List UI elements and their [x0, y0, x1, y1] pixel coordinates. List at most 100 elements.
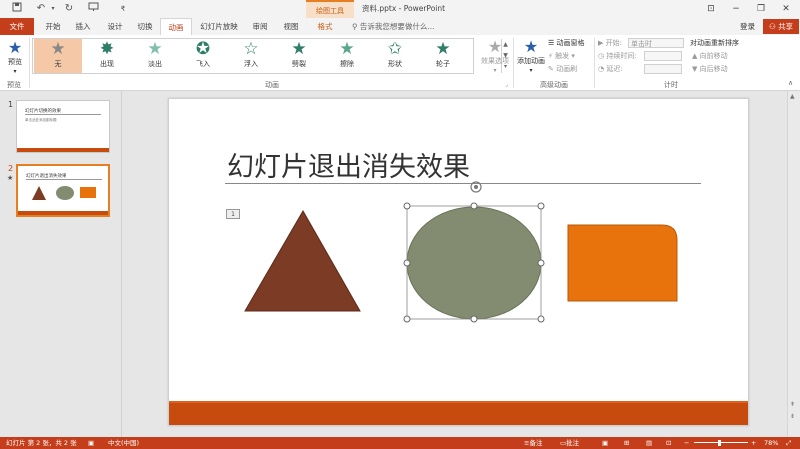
move-later-button[interactable]: ▼ 向后移动 [692, 64, 728, 75]
effect-shape[interactable]: ✩ 形状 [371, 39, 419, 73]
star-icon: ★ [50, 39, 66, 59]
comments-button[interactable]: ▭ 批注 [560, 437, 579, 449]
redo-icon[interactable]: ↻ [62, 2, 76, 16]
zoom-slider[interactable] [694, 442, 748, 443]
undo-dropdown-icon[interactable]: ▾ [46, 2, 60, 16]
share-button[interactable]: ⚇ 共享 [763, 19, 799, 34]
effect-appear[interactable]: ✸ 出现 [83, 39, 131, 73]
tab-design[interactable]: 设计 [102, 18, 128, 35]
move-earlier-button[interactable]: ▲ 向前移动 [692, 51, 728, 62]
rotate-handle-icon [470, 181, 482, 193]
preview-group-label: 预览 [7, 81, 21, 89]
start-row: ▶ 开始: [598, 38, 622, 49]
slide-canvas[interactable]: 幻灯片退出消失效果 1 [168, 98, 749, 426]
effect-label: 擦除 [340, 60, 354, 68]
notes-button[interactable]: ≡ 备注 [524, 437, 542, 449]
slide-footer-bar [169, 401, 748, 425]
effect-none[interactable]: ★ 无 [34, 39, 82, 73]
start-value: 单击时 [631, 40, 652, 48]
tab-view[interactable]: 视图 [278, 18, 304, 35]
zoom-out-icon[interactable]: − [684, 437, 689, 449]
effect-fade[interactable]: ★ 淡出 [131, 39, 179, 73]
effect-float-in[interactable]: ☆ 浮入 [227, 39, 275, 73]
thumbnail-bar [17, 148, 109, 152]
star-icon: ✩ [387, 39, 403, 59]
effect-label: 淡出 [148, 60, 162, 68]
minimize-icon[interactable]: − [725, 1, 747, 17]
trigger-dropdown-icon: ▾ [571, 52, 575, 60]
star-icon: ★ [291, 39, 307, 59]
slide-sorter-icon[interactable]: ⊞ [624, 437, 629, 449]
start-select[interactable]: 单击时 [628, 38, 684, 48]
preview-button[interactable]: ★ 预览 ▾ [4, 39, 26, 76]
advanced-group-label: 高级动画 [540, 81, 568, 89]
slideshow-view-icon[interactable]: ⊡ [666, 437, 671, 449]
tell-me-box[interactable]: ⚲ 告诉我您想要做什么... [352, 18, 435, 35]
trigger-button[interactable]: ⚡ 触发 ▾ [548, 51, 575, 62]
zoom-level[interactable]: 78% [764, 437, 778, 449]
prev-slide-icon[interactable]: ⇞ [790, 401, 795, 408]
language-indicator[interactable]: 中文(中国) [108, 437, 139, 449]
zoom-slider-thumb[interactable] [718, 440, 721, 446]
effect-label: 无 [54, 60, 62, 68]
scroll-up-icon[interactable]: ▲ [790, 93, 795, 100]
present-icon[interactable] [86, 2, 100, 16]
animation-painter-button[interactable]: ✎ 动画刷 [548, 64, 577, 75]
trigger-icon: ⚡ [548, 52, 553, 60]
delay-row: ◔ 延迟: [598, 64, 623, 75]
tab-file[interactable]: 文件 [0, 18, 34, 35]
add-animation-dropdown-icon: ▾ [529, 67, 533, 74]
normal-view-icon[interactable]: ▣ [602, 437, 608, 449]
ribbon-display-icon[interactable]: ⊡ [700, 1, 722, 17]
start-label: 开始: [605, 39, 622, 47]
vertical-scrollbar[interactable]: ▲ ⇞ ⇟ [787, 91, 800, 437]
next-slide-icon[interactable]: ⇟ [790, 413, 795, 420]
tab-slideshow[interactable]: 幻灯片放映 [197, 18, 241, 35]
tab-insert[interactable]: 插入 [70, 18, 96, 35]
collapse-ribbon-icon[interactable]: ∧ [788, 79, 793, 87]
tab-transitions[interactable]: 切换 [132, 18, 158, 35]
login-link[interactable]: 登录 [740, 18, 755, 35]
restore-icon[interactable]: ❐ [750, 1, 772, 17]
effect-label: 形状 [388, 60, 402, 68]
delay-spinner[interactable] [644, 64, 682, 74]
effect-label: 浮入 [244, 60, 258, 68]
thumbnail-number: 1 [8, 100, 14, 109]
animation-star-icon: ★ [7, 174, 14, 182]
slide-thumbnail-pane: 1 幻灯片切换的效果 单击此处添加副标题 2 ★ 幻灯片退出消失效果 [0, 91, 122, 437]
slide-count: 幻灯片 第 2 张，共 2 张 [6, 439, 77, 447]
animation-group-label: 动画 [265, 81, 279, 89]
close-icon[interactable]: ✕ [775, 1, 797, 17]
fit-slide-icon[interactable]: ⤢ [786, 437, 791, 449]
tab-animations[interactable]: 动画 [160, 18, 192, 35]
lightbulb-icon: ⚲ [352, 22, 358, 31]
thumbnail-shapes [32, 186, 96, 200]
animation-gallery: ★ 无 ✸ 出现 ★ 淡出 ✪ 飞入 ☆ 浮入 ★ 劈裂 ★ 擦除 ✩ 形状 ★… [32, 38, 508, 74]
slide-thumbnail-1[interactable]: 幻灯片切换的效果 单击此处添加副标题 [16, 100, 110, 153]
star-icon: ☆ [243, 39, 259, 59]
save-icon[interactable] [10, 2, 24, 16]
tab-home[interactable]: 开始 [40, 18, 66, 35]
ellipse-shape [406, 206, 542, 320]
effect-label: 出现 [100, 60, 114, 68]
effect-fly-in[interactable]: ✪ 飞入 [179, 39, 227, 73]
thumbnail-subtitle: 单击此处添加副标题 [25, 118, 57, 122]
tab-format[interactable]: 格式 [312, 18, 338, 35]
divider [29, 38, 30, 88]
reading-view-icon[interactable]: ▤ [646, 437, 652, 449]
customize-qat-icon[interactable]: ₹ [116, 2, 130, 16]
duration-spinner[interactable] [644, 51, 682, 61]
effect-split[interactable]: ★ 劈裂 [275, 39, 323, 73]
effect-options-button[interactable]: ★ 效果选项 ▾ [478, 38, 512, 75]
effect-wipe[interactable]: ★ 擦除 [323, 39, 371, 73]
zoom-in-icon[interactable]: + [751, 437, 756, 449]
spellcheck-icon[interactable]: ▣ [88, 437, 94, 449]
animation-dialog-launcher-icon[interactable]: ⌟ [505, 81, 508, 88]
star-icon: ✸ [99, 39, 115, 59]
slide-thumbnail-2[interactable]: 幻灯片退出消失效果 [16, 164, 110, 217]
add-animation-button[interactable]: ★ 添加动画 ▾ [515, 38, 547, 75]
effect-wheel[interactable]: ★ 轮子 [419, 39, 467, 73]
divider [594, 38, 595, 88]
tab-review[interactable]: 审阅 [247, 18, 273, 35]
animation-pane-button[interactable]: ☰ 动画窗格 [548, 38, 585, 49]
